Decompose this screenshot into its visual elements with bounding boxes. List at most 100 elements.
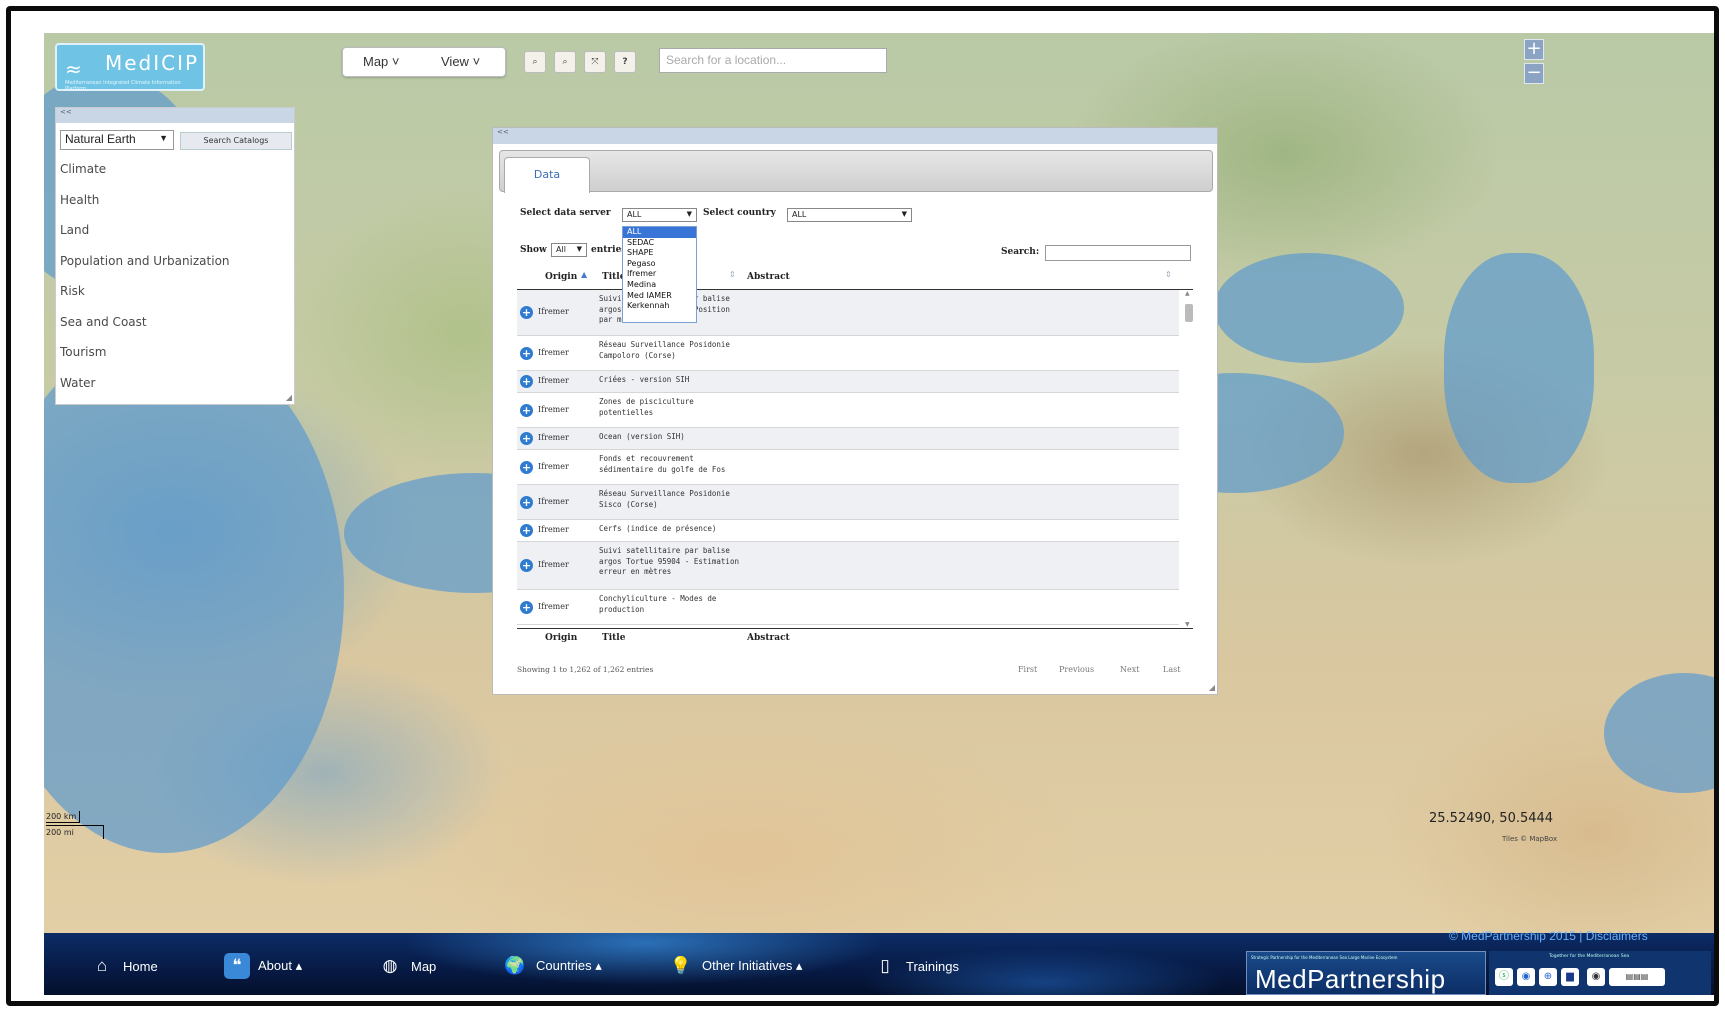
category-health[interactable]: Health <box>60 193 230 224</box>
nav-about[interactable]: ❝ About ▴ <box>224 951 302 981</box>
page-first-button[interactable]: First <box>1018 665 1037 674</box>
table-body: + Ifremer Suivi satellitaire par balise ar… <box>517 290 1193 628</box>
partner-logo-icon[interactable]: ▤▤▤ <box>1609 968 1665 986</box>
table-row[interactable]: + Ifremer Fonds et recouvrement sédimentai… <box>517 450 1179 485</box>
table-row[interactable]: + Ifremer Criées - version SIH <box>517 371 1179 393</box>
tab-bar: Data <box>499 150 1213 193</box>
table-row[interactable]: + Ifremer Réseau Surveillance Posidonie Si… <box>517 485 1179 520</box>
nav-countries[interactable]: 🌍 Countries ▴ <box>502 951 601 981</box>
row-origin: Ifremer <box>538 525 569 534</box>
expand-row-icon[interactable]: + <box>520 432 533 445</box>
partner-logo-icon[interactable]: ⓢ <box>1495 968 1513 986</box>
server-option-all[interactable]: ALL <box>623 227 696 238</box>
partner-logo-icon[interactable]: ◉ <box>1587 968 1605 986</box>
partner-logo-icon[interactable]: ◉ <box>1517 968 1535 986</box>
expand-row-icon[interactable]: + <box>520 600 533 614</box>
catalog-source-select[interactable]: Natural Earth ▼ <box>60 130 174 150</box>
table-row[interactable]: +IfremerSuivi satellitaire par balise ar… <box>517 542 1179 590</box>
category-climate[interactable]: Climate <box>60 162 230 193</box>
help-button[interactable]: ? <box>614 51 636 73</box>
server-option-medina[interactable]: Medina <box>623 280 696 291</box>
category-tourism[interactable]: Tourism <box>60 345 230 376</box>
server-option-kerkennah[interactable]: Kerkennah <box>623 301 696 312</box>
scroll-down-icon[interactable]: ▼ <box>1185 621 1190 628</box>
copyright-text[interactable]: © MedPartnership 2015 | Disclaimers <box>1449 929 1648 943</box>
home-icon: ⌂ <box>96 956 108 975</box>
category-sea-and-coast[interactable]: Sea and Coast <box>60 315 230 346</box>
category-land[interactable]: Land <box>60 223 230 254</box>
expand-row-icon[interactable]: + <box>520 460 533 474</box>
table-row[interactable]: +IfremerSuivi satellitaire par balise ar… <box>517 290 1179 336</box>
server-option-shape[interactable]: SHAPE <box>623 248 696 259</box>
category-water[interactable]: Water <box>60 376 230 407</box>
nav-map[interactable]: ◍ Map <box>377 951 437 981</box>
table-scrollbar[interactable]: ▲ ▼ <box>1183 290 1195 628</box>
server-option-ifremer[interactable]: Ifremer <box>623 269 696 280</box>
table-search-input[interactable] <box>1045 245 1191 261</box>
search-catalogs-button[interactable]: Search Catalogs <box>180 132 292 150</box>
scroll-up-icon[interactable]: ▲ <box>1185 290 1190 297</box>
partner-logo-icon[interactable]: ▆ <box>1561 968 1579 986</box>
medpartnership-banner[interactable]: Strategic Partnership for the Mediterran… <box>1246 951 1486 995</box>
resize-grip-icon[interactable]: ◢ <box>286 393 292 402</box>
server-select[interactable]: ALL ▼ <box>622 208 697 222</box>
nav-home[interactable]: ⌂ Home <box>89 951 158 981</box>
table-row[interactable]: + Ifremer Cerfs (indice de présence) <box>517 520 1179 542</box>
column-origin[interactable]: Origin <box>545 272 577 282</box>
data-panel: << Data Select data server ALL ▼ Select … <box>492 127 1218 695</box>
table-row[interactable]: + Ifremer Réseau Surveillance Posidonie Ca… <box>517 336 1179 371</box>
medicip-logo[interactable]: ≈ MedICIP Mediterranean Integrated Clima… <box>55 43 205 92</box>
collapse-strip[interactable]: << <box>56 108 294 123</box>
catalog-source-value: Natural Earth <box>65 132 136 146</box>
server-option-med-iamer[interactable]: Med IAMER <box>623 291 696 302</box>
table-row[interactable]: + Ifremer Conchyliculture - Modes de produ… <box>517 590 1179 625</box>
zoom-out-button[interactable]: − <box>1524 63 1544 84</box>
zoom-out-tool-button[interactable]: ⌕ <box>554 51 576 73</box>
row-title: Conchyliculture - Modes de production <box>599 594 717 614</box>
server-option-sedac[interactable]: SEDAC <box>623 238 696 249</box>
page-previous-button[interactable]: Previous <box>1059 665 1094 674</box>
show-entries-select[interactable]: All ▼ <box>551 243 587 257</box>
category-population[interactable]: Population and Urbanization <box>60 254 230 285</box>
expand-row-icon[interactable]: + <box>520 403 533 417</box>
globe-icon: ◍ <box>382 956 398 975</box>
expand-row-icon[interactable]: + <box>520 559 533 572</box>
table-row[interactable]: + Ifremer Zones de pisciculture potentiell… <box>517 393 1179 428</box>
scroll-thumb[interactable] <box>1185 304 1193 322</box>
zoom-in-button[interactable]: + <box>1524 39 1544 60</box>
table-row[interactable]: + Ifremer Ocean (version SIH) <box>517 428 1179 450</box>
category-list: Climate Health Land Population and Urban… <box>60 162 230 406</box>
server-option-pegaso[interactable]: Pegaso <box>623 259 696 270</box>
view-menu-button[interactable]: View ˅ <box>441 54 480 69</box>
row-title: Fonds et recouvrement sédimentaire du go… <box>599 454 726 474</box>
row-origin: Ifremer <box>538 601 569 611</box>
expand-row-icon[interactable]: + <box>520 495 533 509</box>
row-origin: Ifremer <box>538 496 569 506</box>
page-last-button[interactable]: Last <box>1163 665 1180 674</box>
full-extent-button[interactable]: ⤧ <box>584 51 606 73</box>
zoom-in-tool-button[interactable]: ⌕ <box>524 51 546 73</box>
expand-row-icon[interactable]: + <box>520 306 533 319</box>
category-risk[interactable]: Risk <box>60 284 230 315</box>
page-next-button[interactable]: Next <box>1120 665 1139 674</box>
quote-icon: ❝ <box>224 953 250 979</box>
nav-other-initiatives[interactable]: 💡 Other Initiatives ▴ <box>668 951 802 981</box>
column-abstract[interactable]: Abstract <box>747 272 790 282</box>
location-search-input[interactable]: Search for a location... <box>659 48 887 73</box>
expand-row-icon[interactable]: + <box>520 346 533 360</box>
tab-data[interactable]: Data <box>504 157 590 193</box>
expand-row-icon[interactable]: + <box>520 524 533 537</box>
country-label: Select country <box>703 208 776 218</box>
partner-logo-icon[interactable]: ⊕ <box>1539 968 1557 986</box>
map-menu-button[interactable]: Map ˅ <box>363 54 400 69</box>
nav-trainings[interactable]: ▯ Trainings <box>872 951 959 981</box>
dropdown-arrow-icon: ▼ <box>686 210 692 218</box>
footer-column-abstract: Abstract <box>747 633 790 643</box>
expand-row-icon[interactable]: + <box>520 375 533 388</box>
collapse-strip[interactable]: << <box>493 128 1217 144</box>
country-select[interactable]: ALL ▼ <box>787 208 912 222</box>
map-canvas[interactable]: ≈ MedICIP Mediterranean Integrated Clima… <box>44 33 1714 933</box>
row-origin: Ifremer <box>538 560 569 569</box>
resize-grip-icon[interactable]: ◢ <box>1209 683 1215 692</box>
search-label: Search: <box>1001 247 1040 257</box>
